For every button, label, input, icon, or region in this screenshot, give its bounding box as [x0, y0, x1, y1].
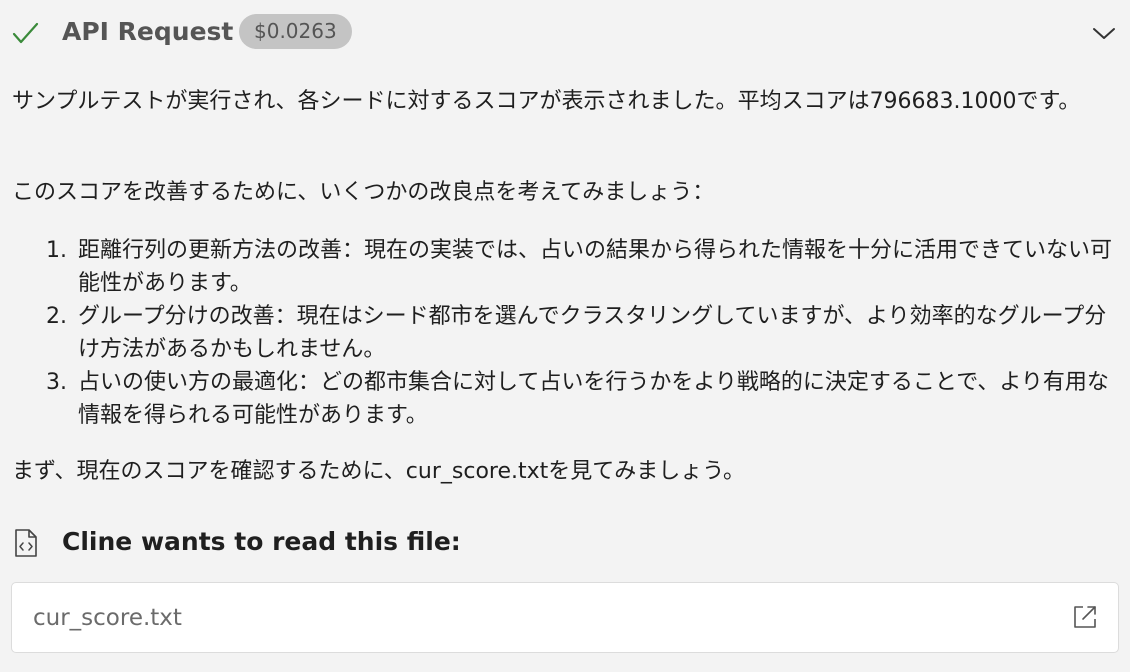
- list-item: 2. グループ分けの改善：現在はシード都市を選んでクラスタリングしていますが、よ…: [12, 300, 1112, 366]
- file-read-header: Cline wants to read this file:: [0, 522, 1130, 562]
- list-item-number: 2.: [46, 304, 67, 329]
- chat-message-panel: API Request $0.0263 サンプルテストが実行され、各シードに対す…: [0, 0, 1130, 672]
- list-item-text: 距離行列の更新方法の改善：現在の実装では、占いの結果から得られた情報を十分に活用…: [78, 238, 1113, 296]
- list-item: 1. 距離行列の更新方法の改善：現在の実装では、占いの結果から得られた情報を十分…: [12, 234, 1112, 300]
- cost-badge: $0.0263: [239, 14, 352, 49]
- file-name: cur_score.txt: [33, 605, 182, 631]
- api-request-header[interactable]: API Request $0.0263: [0, 10, 1130, 56]
- file-path-box[interactable]: cur_score.txt: [11, 582, 1119, 653]
- chevron-down-icon[interactable]: [1091, 24, 1117, 42]
- message-paragraph: このスコアを改善するために、いくつかの改良点を考えてみましょう：: [12, 180, 715, 205]
- file-read-label: Cline wants to read this file:: [62, 527, 461, 556]
- message-paragraph: サンプルテストが実行され、各シードに対するスコアが表示されました。平均スコアは7…: [12, 89, 1081, 114]
- list-item-text: グループ分けの改善：現在はシード都市を選んでクラスタリングしていますが、より効率…: [78, 304, 1107, 362]
- list-item-number: 3.: [46, 370, 67, 395]
- improvement-list: 1. 距離行列の更新方法の改善：現在の実装では、占いの結果から得られた情報を十分…: [12, 234, 1112, 432]
- api-request-title: API Request: [62, 17, 234, 46]
- check-icon: [12, 22, 39, 44]
- list-item-text: 占いの使い方の最適化：どの都市集合に対して占いを行うかをより戦略的に決定すること…: [78, 370, 1109, 428]
- list-item-number: 1.: [46, 238, 67, 263]
- file-code-icon: [15, 529, 37, 557]
- external-link-icon[interactable]: [1072, 604, 1098, 630]
- message-paragraph: まず、現在のスコアを確認するために、cur_score.txtを見てみましょう。: [12, 459, 745, 484]
- list-item: 3. 占いの使い方の最適化：どの都市集合に対して占いを行うかをより戦略的に決定す…: [12, 366, 1112, 432]
